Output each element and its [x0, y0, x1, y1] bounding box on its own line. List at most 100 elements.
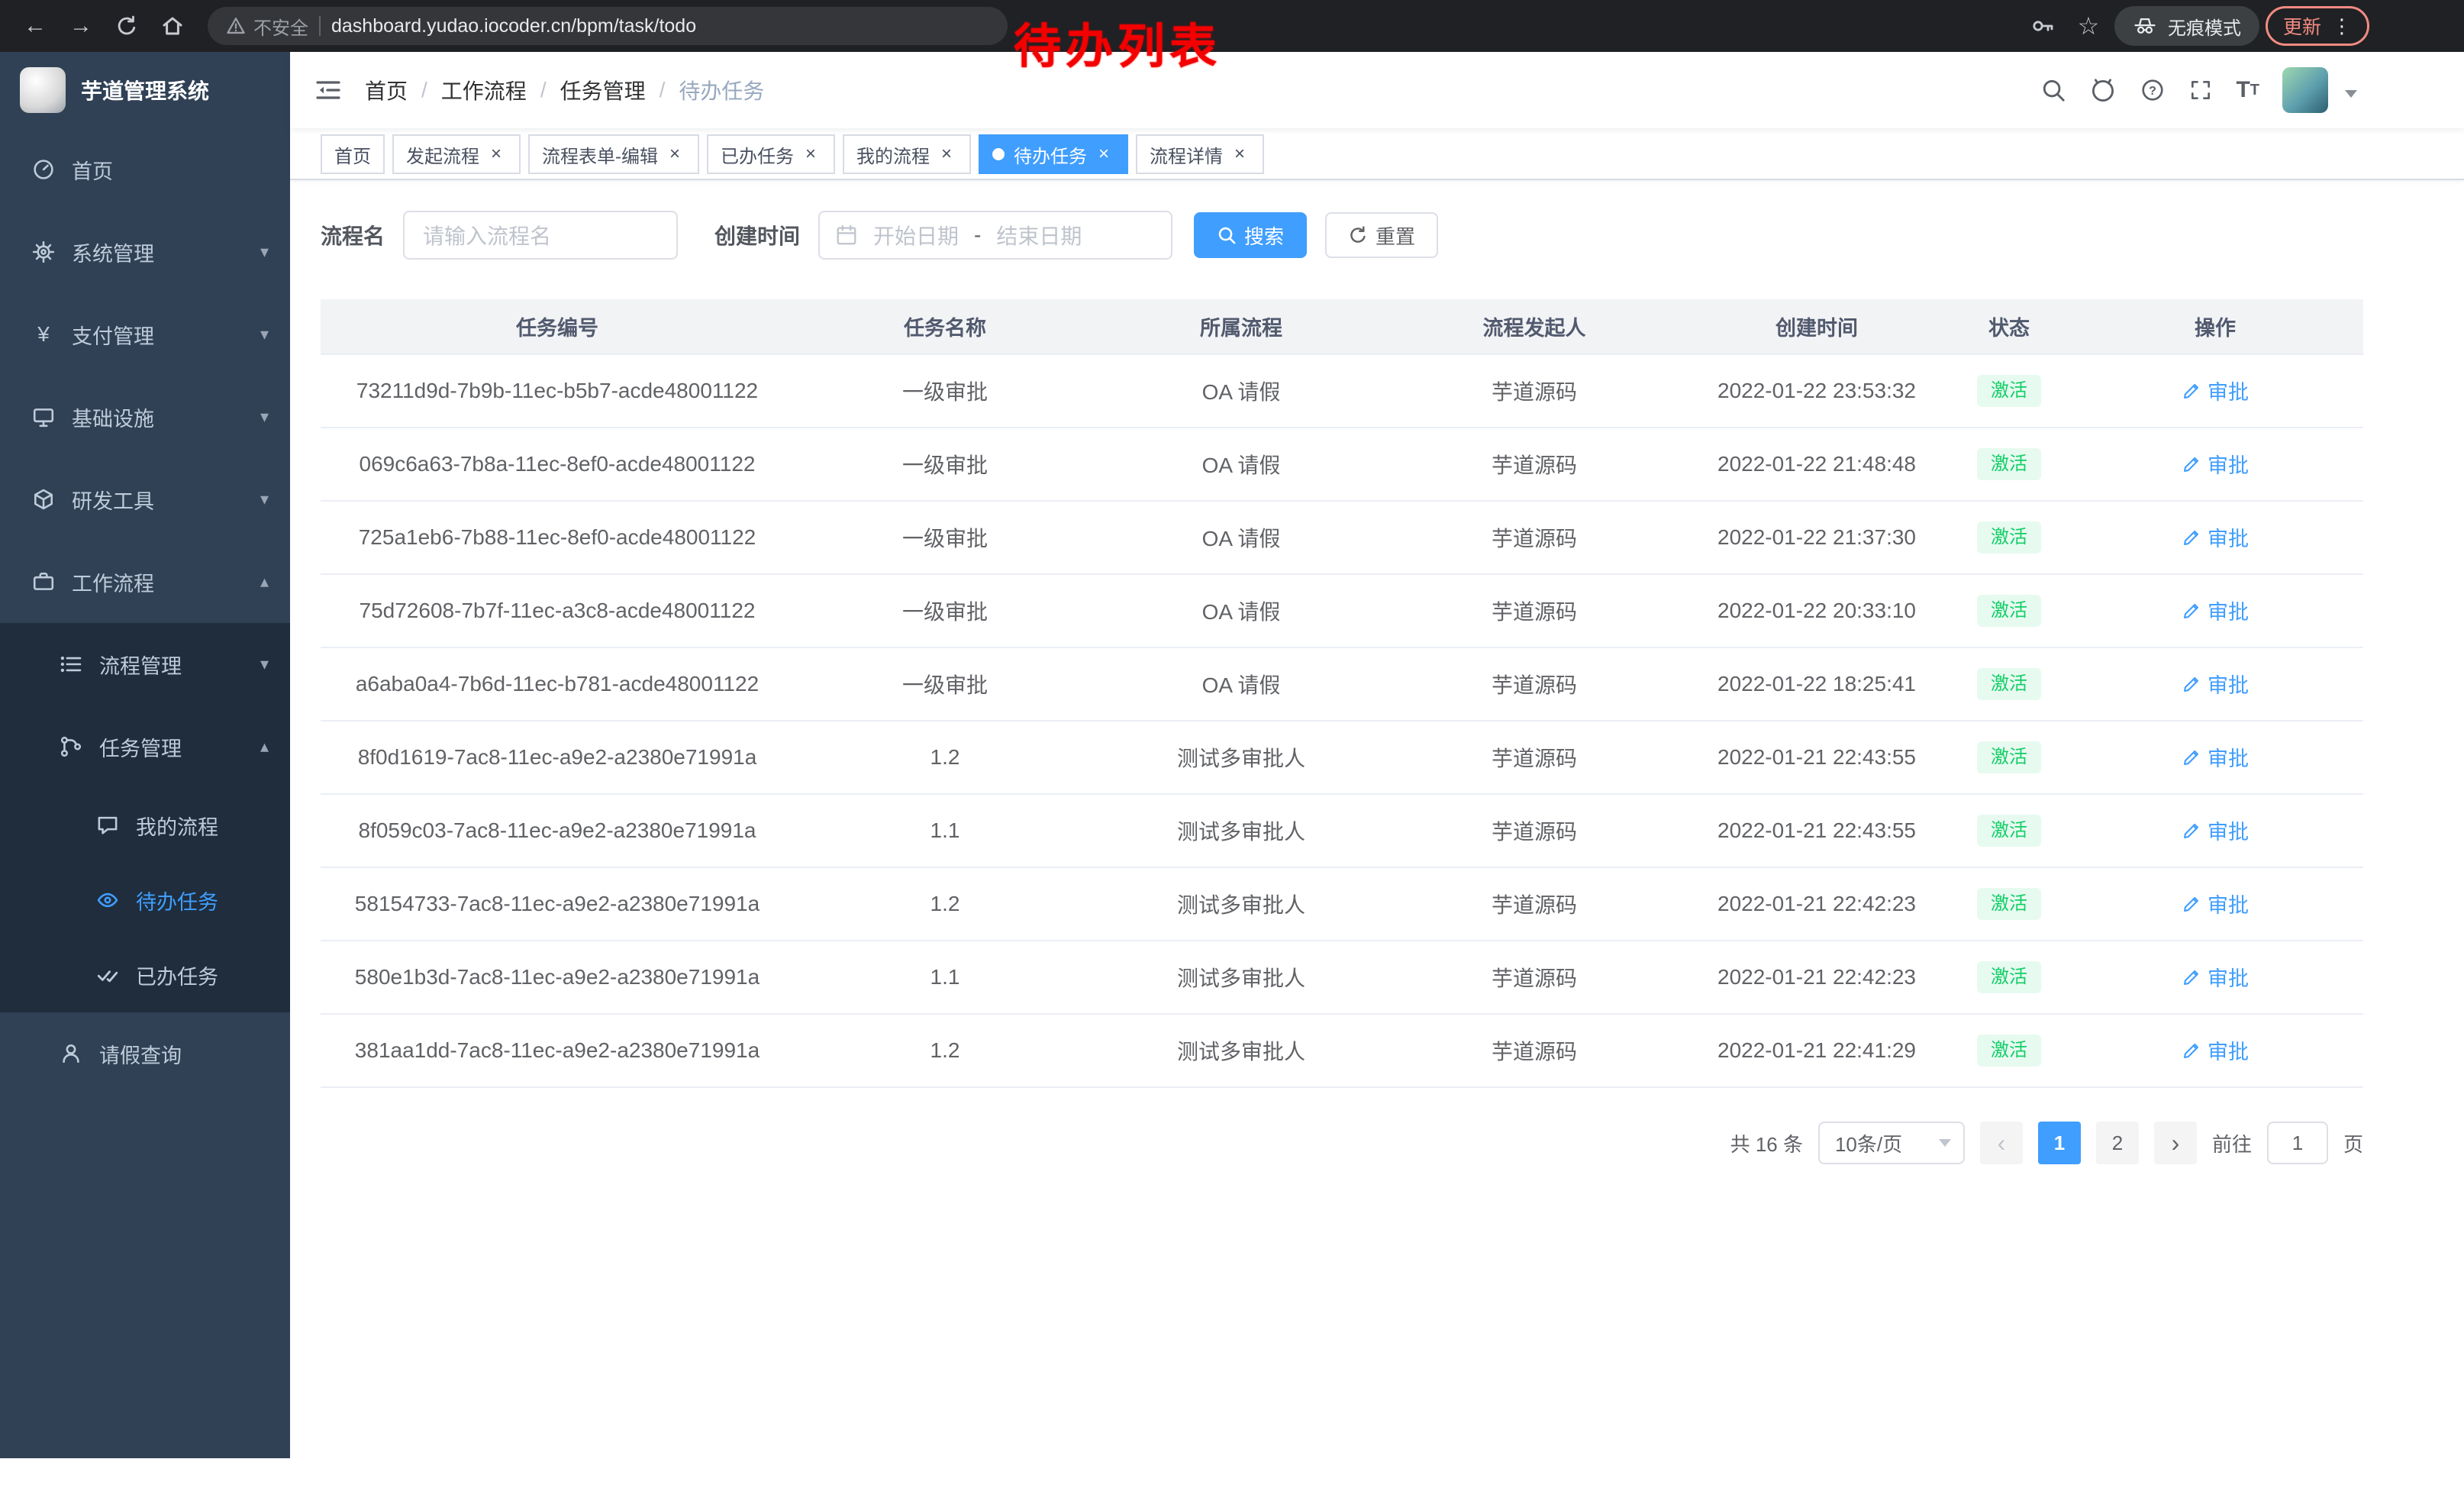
approve-link[interactable]: 审批 — [2182, 522, 2249, 552]
update-button[interactable]: 更新 ⋮ — [2266, 6, 2369, 46]
url-text[interactable]: dashboard.yudao.iocoder.cn/bpm/task/todo — [331, 15, 696, 37]
sidebar-item-payment[interactable]: ¥ 支付管理 — [0, 293, 290, 376]
actions-cell: 审批 — [2067, 1014, 2363, 1087]
next-page-button[interactable]: › — [2154, 1122, 2197, 1164]
prev-page-button[interactable]: ‹ — [1980, 1122, 2023, 1164]
chevron-up-icon — [260, 572, 269, 592]
breadcrumb-item[interactable]: 任务管理 — [560, 75, 679, 105]
process-cell: 测试多审批人 — [1096, 867, 1386, 941]
more-dots-icon[interactable]: ⋮ — [2332, 15, 2352, 38]
key-icon[interactable] — [2023, 6, 2062, 46]
screenshot-root: ← → 不安全 dashboard.yudao.iocoder.cn/bpm/t… — [0, 0, 2464, 1501]
sidebar-item-leave-query[interactable]: 请假查询 — [0, 1012, 290, 1095]
approve-link[interactable]: 审批 — [2182, 889, 2249, 918]
date-range-picker[interactable]: 开始日期 - 结束日期 — [818, 211, 1172, 260]
page-tab[interactable]: 发起流程 — [392, 134, 521, 174]
breadcrumb-item[interactable]: 工作流程 — [441, 75, 560, 105]
page-tab[interactable]: 已办任务 — [707, 134, 835, 174]
person-icon — [58, 1042, 84, 1065]
page-tab[interactable]: 流程表单-编辑 — [528, 134, 699, 174]
sidebar-item-task-mgmt[interactable]: 任务管理 — [0, 705, 290, 788]
update-label: 更新 — [2283, 12, 2321, 40]
create-time-cell: 2022-01-22 23:53:32 — [1682, 354, 1951, 428]
user-avatar[interactable] — [2282, 67, 2328, 113]
filter-form: 流程名 请输入流程名 创建时间 开始日期 - 结束日期 搜索 — [321, 211, 2464, 260]
incognito-icon — [2133, 14, 2157, 38]
sidebar-item-system[interactable]: 系统管理 — [0, 211, 290, 293]
hamburger-icon[interactable] — [314, 76, 342, 104]
start-date-placeholder: 开始日期 — [873, 220, 959, 250]
tab-close-icon[interactable] — [485, 144, 507, 165]
sidebar-item-infra[interactable]: 基础设施 — [0, 376, 290, 458]
edit-icon — [2182, 894, 2201, 914]
reset-button[interactable]: 重置 — [1325, 212, 1438, 258]
tab-close-icon[interactable] — [1093, 144, 1114, 165]
forward-icon[interactable]: → — [61, 6, 101, 46]
approve-link[interactable]: 审批 — [2182, 742, 2249, 772]
breadcrumb-item[interactable]: 待办任务 — [679, 75, 764, 105]
tab-close-icon[interactable] — [664, 144, 685, 165]
chevron-down-icon — [260, 407, 269, 427]
security-status[interactable]: 不安全 — [226, 13, 308, 40]
sidebar-item-process-mgmt[interactable]: 流程管理 — [0, 623, 290, 705]
sidebar-item-done-tasks[interactable]: 已办任务 — [0, 938, 290, 1012]
star-icon[interactable]: ☆ — [2069, 6, 2108, 46]
actions-cell: 审批 — [2067, 794, 2363, 867]
approve-link[interactable]: 审批 — [2182, 1035, 2249, 1065]
page-tab[interactable]: 流程详情 — [1136, 134, 1264, 174]
tab-close-icon[interactable] — [936, 144, 957, 165]
page-tab[interactable]: 首页 — [321, 134, 385, 174]
search-button[interactable]: 搜索 — [1194, 212, 1307, 258]
page-button-1[interactable]: 1 — [2038, 1122, 2081, 1164]
github-icon[interactable] — [2089, 76, 2117, 104]
calendar-icon — [835, 224, 858, 247]
page-size-select[interactable]: 10条/页 — [1818, 1122, 1965, 1164]
task-id-cell: 725a1eb6-7b88-11ec-8ef0-acde48001122 — [321, 501, 794, 574]
home-icon[interactable] — [153, 6, 192, 46]
task-id-cell: 8f0d1619-7ac8-11ec-a9e2-a2380e71991a — [321, 721, 794, 794]
search-icon[interactable] — [2040, 77, 2066, 103]
approve-link[interactable]: 审批 — [2182, 815, 2249, 845]
app-logo-row[interactable]: 芋道管理系统 — [0, 52, 290, 128]
tab-close-icon[interactable] — [1229, 144, 1250, 165]
sidebar-item-todo-tasks[interactable]: 待办任务 — [0, 863, 290, 938]
back-icon[interactable]: ← — [15, 6, 55, 46]
pagination: 共 16 条 10条/页 ‹ 1 2 › 前往 1 页 — [321, 1122, 2363, 1164]
text-size-icon[interactable]: TT — [2236, 79, 2259, 102]
refresh-icon[interactable] — [107, 6, 147, 46]
page-tab[interactable]: 待办任务 — [979, 134, 1128, 174]
sidebar-item-workflow[interactable]: 工作流程 — [0, 541, 290, 623]
process-name-input[interactable]: 请输入流程名 — [403, 211, 678, 260]
branch-icon — [58, 735, 84, 758]
tasks-table: 任务编号 任务名称 所属流程 流程发起人 创建时间 状态 操作 73211 — [321, 299, 2363, 1088]
task-id-cell: 73211d9d-7b9b-11ec-b5b7-acde48001122 — [321, 354, 794, 428]
caret-down-icon[interactable] — [2345, 90, 2357, 98]
status-badge: 激活 — [1977, 1035, 2041, 1067]
sidebar-item-devtools[interactable]: 研发工具 — [0, 458, 290, 541]
address-bar[interactable]: 不安全 dashboard.yudao.iocoder.cn/bpm/task/… — [208, 7, 1008, 45]
approve-link[interactable]: 审批 — [2182, 596, 2249, 625]
breadcrumb-item[interactable]: 首页 — [365, 75, 441, 105]
initiator-cell: 芋道源码 — [1386, 941, 1682, 1014]
status-badge: 激活 — [1977, 961, 2041, 993]
table-row: 725a1eb6-7b88-11ec-8ef0-acde48001122 一级审… — [321, 501, 2363, 574]
approve-link[interactable]: 审批 — [2182, 962, 2249, 992]
page-button-2[interactable]: 2 — [2096, 1122, 2139, 1164]
question-icon[interactable]: ? — [2140, 77, 2166, 103]
edit-icon — [2182, 528, 2201, 547]
goto-page-input[interactable]: 1 — [2267, 1122, 2328, 1164]
page-tab[interactable]: 我的流程 — [843, 134, 971, 174]
approve-link[interactable]: 审批 — [2182, 449, 2249, 479]
approve-link[interactable]: 审批 — [2182, 669, 2249, 699]
create-time-cell: 2022-01-22 18:25:41 — [1682, 647, 1951, 721]
tab-close-icon[interactable] — [800, 144, 821, 165]
table-row: a6aba0a4-7b6d-11ec-b781-acde48001122 一级审… — [321, 647, 2363, 721]
process-cell: OA 请假 — [1096, 574, 1386, 647]
fullscreen-icon[interactable] — [2188, 78, 2213, 102]
col-process: 所属流程 — [1096, 299, 1386, 354]
approve-link[interactable]: 审批 — [2182, 376, 2249, 405]
task-id-cell: 069c6a63-7b8a-11ec-8ef0-acde48001122 — [321, 428, 794, 501]
sidebar-item-my-process[interactable]: 我的流程 — [0, 788, 290, 863]
incognito-badge: 无痕模式 — [2114, 6, 2259, 46]
sidebar-item-home[interactable]: 首页 — [0, 128, 290, 211]
